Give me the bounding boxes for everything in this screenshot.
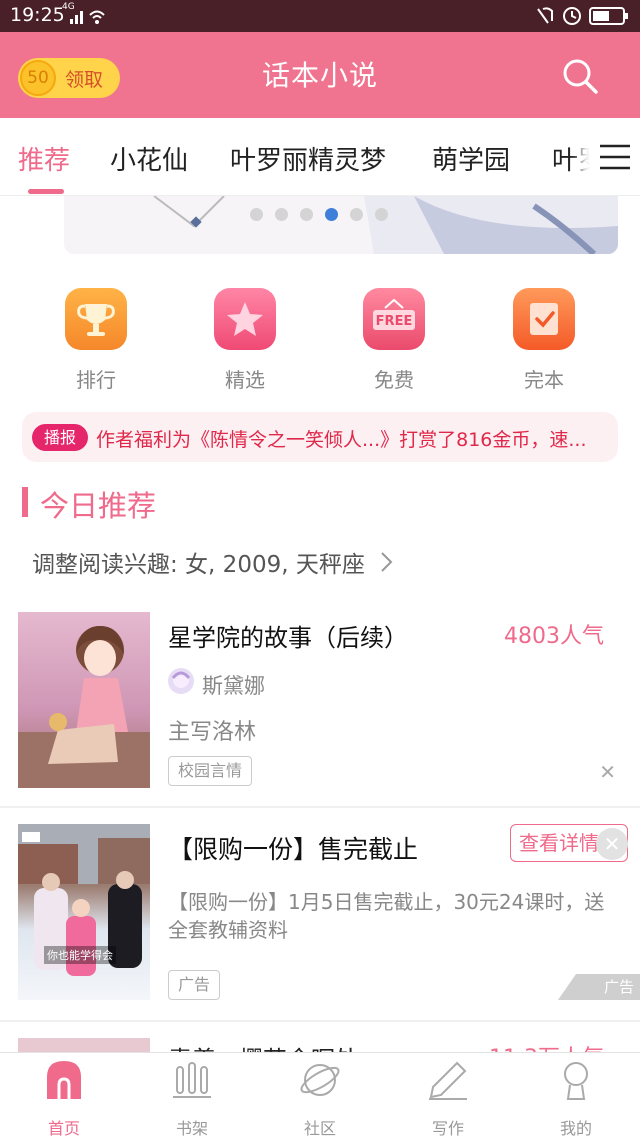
nav-home-label: 首页 (47, 1119, 80, 1138)
carousel-dot[interactable] (250, 208, 263, 221)
ad-card[interactable]: 你也能学得会 【限购一份】售完截止 查看详情 ✕ 【限购一份】1月5日售完截止，… (0, 808, 640, 1020)
nav-write-label: 写作 (431, 1119, 464, 1138)
tab-xiaohuaxian[interactable]: 小花仙 (110, 140, 188, 177)
ad-close-icon[interactable]: ✕ (596, 828, 628, 860)
app-title: 话本小说 (261, 59, 378, 92)
carousel-dot[interactable] (350, 208, 363, 221)
home-icon (47, 1061, 81, 1099)
book-card[interactable]: 星学院的故事（后续） 4803人气 斯黛娜 主写洛林 校园言情 ✕ (0, 604, 640, 806)
carousel-dot-active[interactable] (325, 208, 338, 221)
adjust-interest-link[interactable]: 调整阅读兴趣: 女, 2009, 天秤座 (32, 545, 396, 579)
carousel-dots (250, 208, 388, 221)
adjust-interest-text: 调整阅读兴趣: 女, 2009, 天秤座 (32, 552, 365, 578)
announcement-text: 作者福利为《陈情令之一笑倾人...》打赏了816金币，速... (96, 429, 587, 451)
trophy-icon (65, 288, 127, 350)
profile-icon (564, 1062, 588, 1100)
tab-mengxueyuan[interactable]: 萌学园 (432, 140, 510, 177)
status-time: 19:25 (10, 4, 65, 26)
check-icon (513, 288, 575, 350)
banner-carousel[interactable] (64, 196, 618, 254)
section-title: 今日推荐 (40, 489, 157, 523)
ad-title[interactable]: 【限购一份】售完截止 (168, 830, 418, 866)
book-cover (18, 612, 150, 788)
author-avatar (168, 668, 194, 694)
community-planet-icon (300, 1064, 340, 1096)
entry-featured[interactable]: 精选 (185, 288, 305, 393)
entry-completed[interactable]: 完本 (484, 288, 604, 393)
ad-tag: 广告 (168, 970, 221, 1000)
tab-yeluoli[interactable]: 叶罗丽精灵梦 (230, 140, 386, 177)
entry-free-label: 免费 (374, 368, 414, 392)
nav-write[interactable]: 写作 (384, 1059, 512, 1138)
signal-wifi-icon (70, 10, 105, 24)
nav-home[interactable]: 首页 (0, 1059, 128, 1138)
system-status-icons (537, 7, 628, 25)
book-tag[interactable]: 校园言情 (168, 756, 253, 786)
search-icon[interactable] (560, 56, 600, 96)
entry-featured-label: 精选 (225, 368, 265, 392)
ad-cover-caption: 你也能学得会 (44, 946, 116, 964)
tab-recommend[interactable]: 推荐 (18, 140, 70, 177)
entry-free[interactable]: FREE 免费 (334, 288, 454, 393)
free-icon-text: FREE (376, 314, 413, 329)
nav-bookshelf-label: 书架 (175, 1119, 208, 1138)
chevron-right-icon (381, 552, 393, 572)
banner-artwork (153, 196, 618, 254)
book-popularity: 4803人气 (504, 624, 604, 649)
carousel-dot[interactable] (300, 208, 313, 221)
carousel-dot[interactable] (375, 208, 388, 221)
section-accent-bar (22, 487, 28, 517)
app-bar: 50 领取 话本小说 (0, 32, 640, 118)
book-description: 主写洛林 (168, 720, 257, 745)
free-icon: FREE (363, 288, 425, 350)
nav-community[interactable]: 社区 (256, 1059, 384, 1138)
entry-ranking[interactable]: 排行 (36, 288, 156, 393)
divider (0, 1020, 640, 1022)
book-title[interactable]: 星学院的故事（后续） (168, 618, 408, 653)
ad-cover: 你也能学得会 (18, 824, 150, 1000)
tab-menu-button[interactable] (590, 132, 640, 182)
bookshelf-icon (173, 1062, 211, 1098)
status-bar: 19:25 4G (0, 0, 640, 32)
announcement-ticker[interactable]: 播报 作者福利为《陈情令之一笑倾人...》打赏了816金币，速... (22, 412, 618, 462)
menu-icon (600, 144, 630, 170)
active-tab-indicator (28, 189, 64, 194)
entry-ranking-label: 排行 (76, 368, 116, 392)
close-icon[interactable]: ✕ (599, 760, 616, 784)
nav-profile[interactable]: 我的 (512, 1059, 640, 1138)
star-icon (214, 288, 276, 350)
carousel-dot[interactable] (275, 208, 288, 221)
nav-bookshelf[interactable]: 书架 (128, 1059, 256, 1138)
category-tabs: 推荐 小花仙 叶罗丽精灵梦 萌学园 叶罗 (0, 118, 640, 196)
author-name[interactable]: 斯黛娜 (202, 670, 265, 700)
nav-profile-label: 我的 (559, 1119, 592, 1138)
bottom-navigation: 首页 书架 社区 写作 我的 (0, 1052, 640, 1138)
entry-completed-label: 完本 (524, 368, 564, 392)
ad-badge: 广告 (558, 974, 640, 1000)
pen-icon (429, 1061, 467, 1100)
nav-community-label: 社区 (303, 1119, 336, 1138)
ad-description: 【限购一份】1月5日售完截止，30元24课时，送全套教辅资料 (168, 890, 605, 942)
announcement-tag: 播报 (32, 424, 88, 451)
